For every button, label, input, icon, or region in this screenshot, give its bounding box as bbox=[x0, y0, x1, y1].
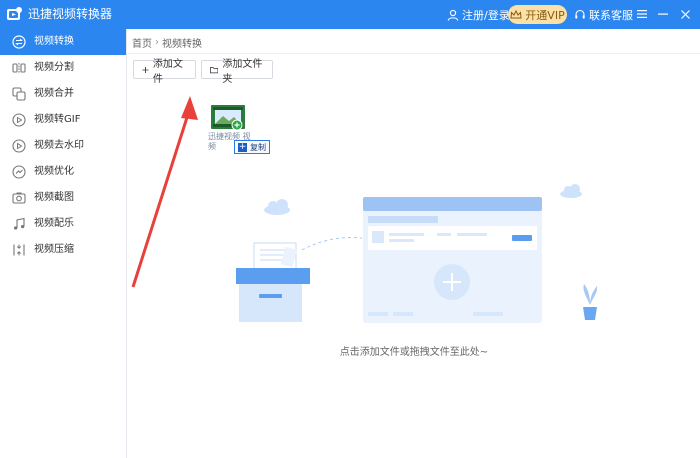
plant-icon bbox=[583, 284, 598, 320]
empty-state-illustration bbox=[236, 184, 598, 323]
dropzone-hint[interactable]: 点击添加文件或拖拽文件至此处~ bbox=[128, 343, 700, 358]
app-window: 迅捷视频转换器 注册/登录 开通VIP 联系客服 视频转换 视频分割 视频合并 … bbox=[0, 0, 700, 458]
cloud-icon bbox=[264, 199, 290, 215]
cloud-icon bbox=[560, 184, 582, 198]
file-box-icon bbox=[236, 242, 310, 322]
